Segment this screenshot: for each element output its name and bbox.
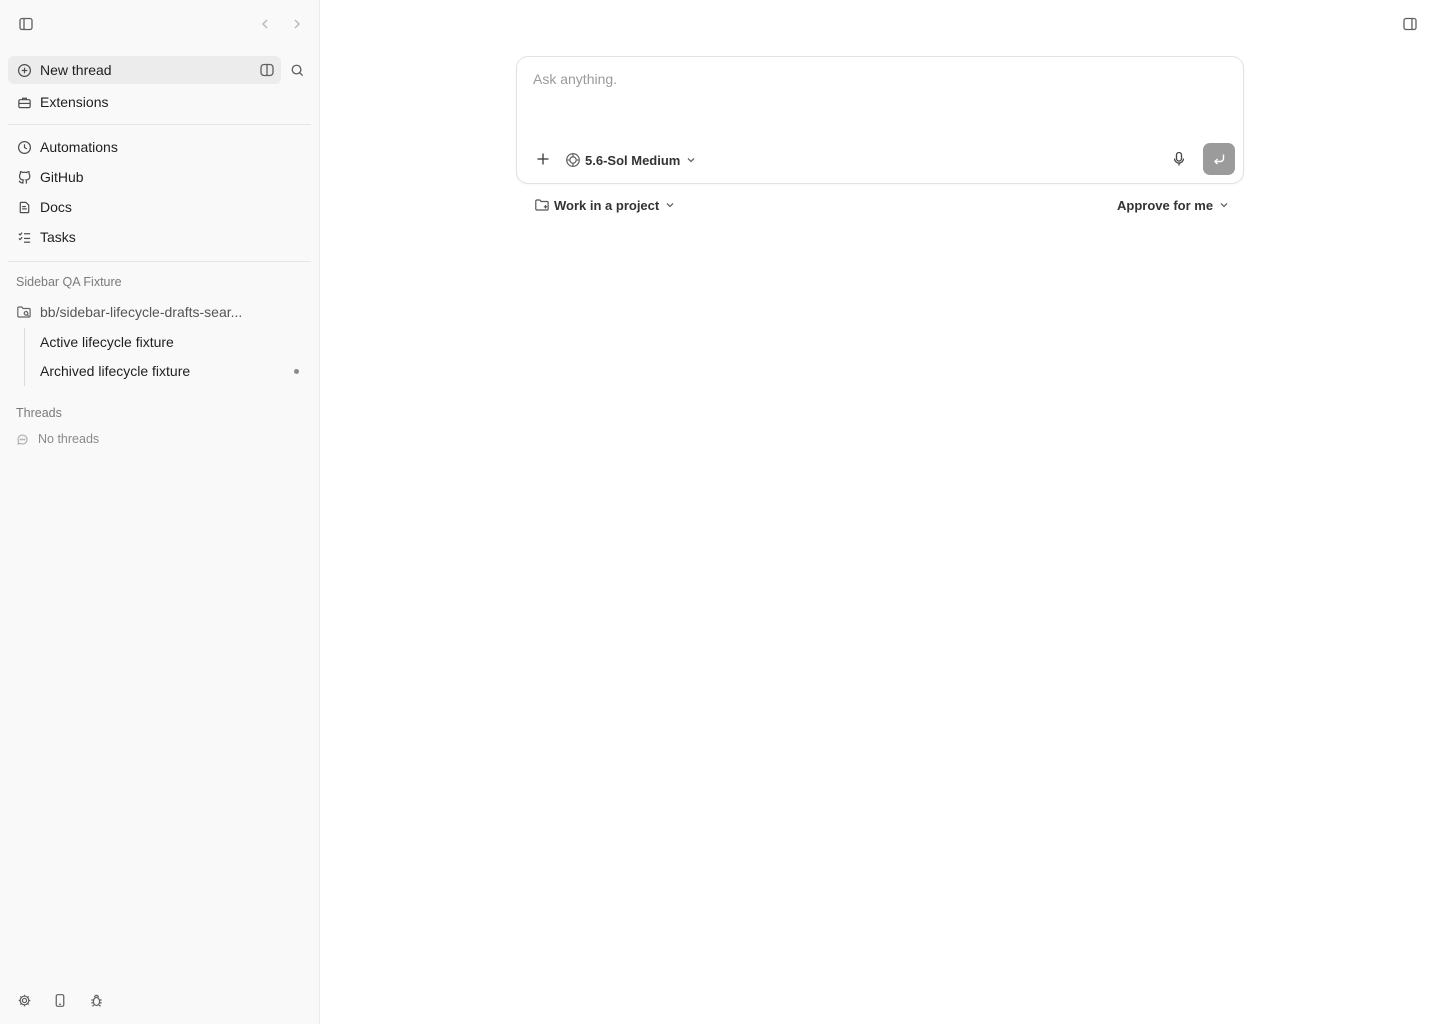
- prompt-input[interactable]: [533, 71, 1223, 87]
- github-icon: [16, 169, 32, 185]
- main-area: 5.6-Sol Medium: [320, 0, 1440, 1024]
- sidebar: New thread Extensions Automations GitHub…: [0, 0, 320, 1024]
- github-label: GitHub: [40, 169, 84, 185]
- sidebar-item-extensions[interactable]: Extensions: [8, 88, 311, 116]
- send-button[interactable]: [1203, 143, 1235, 175]
- microphone-icon[interactable]: [1167, 147, 1191, 171]
- folder-plus-icon: [534, 197, 550, 213]
- toolbox-icon: [16, 94, 32, 110]
- tree-guide-line: [24, 328, 25, 386]
- return-arrow-icon: [1214, 154, 1225, 165]
- sidebar-item-automations[interactable]: Automations: [8, 133, 311, 161]
- project-thread-item[interactable]: Archived lifecycle fixture: [32, 357, 311, 385]
- approval-mode-label: Approve for me: [1117, 197, 1214, 213]
- sidebar-toggle-icon[interactable]: [14, 12, 38, 36]
- sidebar-item-tasks[interactable]: Tasks: [8, 223, 311, 251]
- panel-right-icon[interactable]: [1398, 12, 1422, 36]
- add-attachment-button[interactable]: [531, 147, 555, 171]
- split-view-icon[interactable]: [255, 58, 279, 82]
- bug-icon[interactable]: [84, 988, 108, 1012]
- chevron-down-icon: [1219, 200, 1229, 210]
- project-folder-item[interactable]: bb/sidebar-lifecycle-drafts-sear...: [8, 298, 311, 326]
- model-selector[interactable]: 5.6-Sol Medium: [565, 149, 696, 171]
- unread-dot: [294, 369, 299, 374]
- tasks-label: Tasks: [40, 229, 76, 245]
- project-thread-item[interactable]: Active lifecycle fixture: [32, 328, 311, 356]
- project-selector[interactable]: Work in a project: [534, 194, 675, 216]
- sidebar-divider: [8, 261, 311, 262]
- checklist-icon: [16, 229, 32, 245]
- search-icon[interactable]: [285, 58, 309, 82]
- plus-circle-icon: [16, 62, 32, 78]
- sidebar-item-github[interactable]: GitHub: [8, 163, 311, 191]
- chevron-left-icon[interactable]: [253, 12, 277, 36]
- project-name: bb/sidebar-lifecycle-drafts-sear...: [40, 304, 243, 320]
- thread-title: Active lifecycle fixture: [40, 334, 174, 350]
- automations-label: Automations: [40, 139, 118, 155]
- extensions-label: Extensions: [40, 94, 109, 110]
- sidebar-item-docs[interactable]: Docs: [8, 193, 311, 221]
- project-selector-label: Work in a project: [554, 197, 660, 213]
- chevron-right-icon[interactable]: [285, 12, 309, 36]
- docs-label: Docs: [40, 199, 72, 215]
- sidebar-footer: [0, 988, 320, 1012]
- gear-icon[interactable]: [12, 988, 36, 1012]
- app-window: New thread Extensions Automations GitHub…: [0, 0, 1440, 1024]
- chevron-down-icon: [665, 200, 675, 210]
- model-logo-icon: [565, 152, 581, 168]
- new-thread-label: New thread: [40, 62, 112, 78]
- composer: 5.6-Sol Medium: [516, 56, 1244, 184]
- sidebar-divider: [8, 124, 311, 125]
- chevron-down-icon: [686, 155, 696, 165]
- model-name: 5.6-Sol Medium: [585, 152, 681, 168]
- threads-section-label: Threads: [16, 406, 62, 420]
- thread-title: Archived lifecycle fixture: [40, 363, 191, 379]
- approval-mode-selector[interactable]: Approve for me: [1117, 194, 1229, 216]
- no-threads-label: No threads: [38, 432, 100, 446]
- new-thread-button[interactable]: New thread: [8, 56, 281, 84]
- folder-search-icon: [16, 304, 32, 320]
- clock-icon: [16, 139, 32, 155]
- no-threads-placeholder: No threads: [16, 430, 99, 448]
- sidebar-top-bar: [0, 0, 320, 48]
- chat-bubble-icon: [16, 432, 30, 446]
- project-section-label: Sidebar QA Fixture: [16, 275, 122, 289]
- phone-icon[interactable]: [48, 988, 72, 1012]
- docs-icon: [16, 199, 32, 215]
